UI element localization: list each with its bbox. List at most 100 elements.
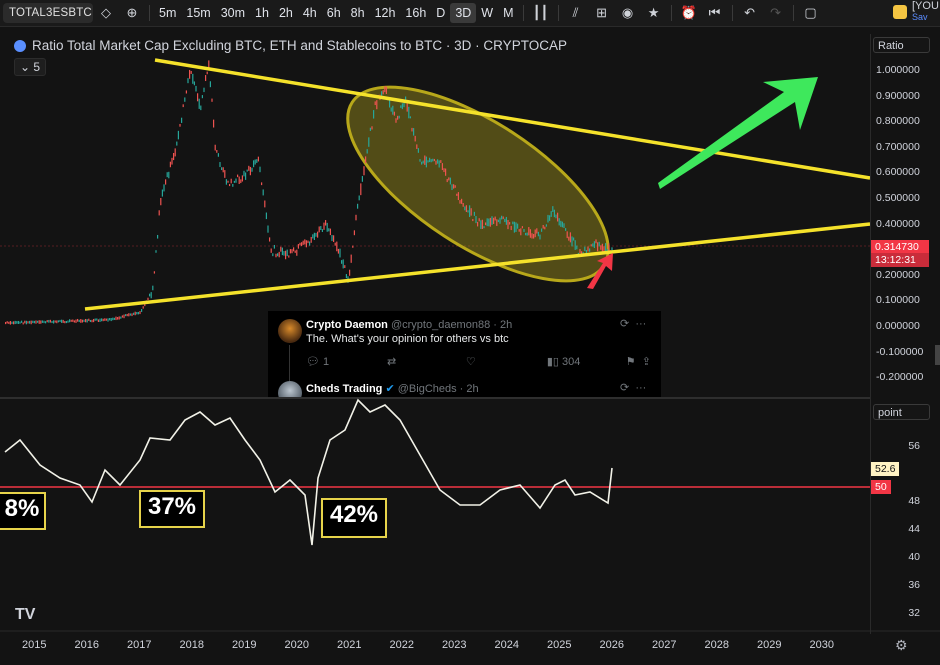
- candle: [422, 160, 424, 164]
- candle: [61, 319, 63, 323]
- candle: [483, 226, 485, 229]
- candle: [416, 144, 418, 149]
- candle: [56, 320, 58, 324]
- candle: [177, 130, 179, 140]
- candle: [560, 220, 562, 227]
- tweet-author-name-2[interactable]: Cheds Trading: [306, 383, 382, 395]
- candle: [254, 159, 256, 165]
- candle: [80, 319, 82, 323]
- candle: [277, 253, 279, 257]
- candle: [307, 240, 309, 244]
- candle: [270, 248, 272, 253]
- candle: [293, 247, 295, 252]
- candle: [267, 225, 269, 233]
- avatar-2[interactable]: [278, 381, 302, 397]
- scale-mode-button[interactable]: Ratio: [873, 37, 930, 53]
- time-tick-label: 2026: [599, 639, 624, 651]
- indicator-current-value: 52.6: [875, 463, 896, 475]
- candle: [513, 221, 515, 233]
- candle: [561, 221, 563, 228]
- candle: [222, 167, 224, 173]
- candle: [395, 118, 397, 123]
- time-tick-label: 2029: [757, 639, 782, 651]
- bookmark-icon[interactable]: ⚑: [626, 355, 636, 368]
- candle: [491, 216, 493, 225]
- grok-icon[interactable]: ⟳: [620, 318, 629, 330]
- price-tick-label: -0.100000: [876, 345, 924, 358]
- candle: [315, 232, 317, 237]
- settings-gear-icon[interactable]: ⚙: [895, 637, 908, 654]
- candle: [352, 245, 354, 248]
- candle: [243, 170, 245, 177]
- tweet-actions-2: ⟳ ···: [620, 381, 646, 394]
- views-button[interactable]: ▮▯ 304: [547, 355, 626, 368]
- candle: [184, 97, 186, 102]
- candle: [281, 247, 283, 256]
- candle: [398, 115, 400, 119]
- candle: [565, 228, 567, 231]
- candle: [552, 206, 554, 212]
- view-count: 304: [562, 356, 581, 368]
- indicator-tick-label: 36: [908, 579, 920, 591]
- candle: [259, 166, 261, 173]
- candle: [225, 179, 227, 185]
- tweet-overlay: Crypto Daemon @crypto_daemon88 · 2h ⟳ ··…: [268, 311, 661, 397]
- candle: [384, 86, 386, 93]
- reply-button[interactable]: 💬︎ 1: [306, 355, 387, 368]
- candle: [427, 160, 429, 163]
- retweet-icon[interactable]: ⇄: [387, 355, 466, 368]
- candle: [593, 241, 595, 248]
- candle: [241, 175, 243, 182]
- candle: [574, 240, 576, 250]
- more-icon-2[interactable]: ···: [635, 382, 646, 394]
- candle: [597, 242, 599, 252]
- candle: [312, 234, 314, 239]
- candle: [237, 174, 239, 178]
- share-icon[interactable]: ⇪: [642, 355, 651, 368]
- candle: [288, 255, 290, 258]
- candle: [469, 205, 471, 218]
- candle: [430, 159, 432, 163]
- more-icon[interactable]: ···: [635, 318, 646, 330]
- candle: [221, 167, 223, 171]
- pane-resize-handle[interactable]: [935, 345, 940, 365]
- avatar[interactable]: [278, 319, 302, 343]
- candle: [595, 239, 597, 244]
- candle: [216, 149, 218, 153]
- candle: [173, 152, 175, 161]
- cryptocap-icon: [14, 39, 26, 52]
- candle: [208, 60, 210, 69]
- candle: [481, 219, 483, 230]
- tweet-author-handle-2[interactable]: @BigCheds · 2h: [398, 383, 479, 395]
- indicator-toggle[interactable]: ⌄ 5: [14, 58, 47, 76]
- candle: [539, 234, 541, 240]
- like-icon[interactable]: ♡: [466, 355, 547, 368]
- tradingview-logo[interactable]: TV: [15, 606, 35, 624]
- candle: [461, 198, 463, 204]
- candle: [139, 311, 141, 315]
- indicator-scale-button[interactable]: point: [873, 404, 930, 420]
- candle: [382, 90, 384, 95]
- tweet-author-handle[interactable]: @crypto_daemon88 · 2h: [391, 319, 512, 331]
- tweet-author-name[interactable]: Crypto Daemon: [306, 319, 388, 331]
- candle: [235, 178, 237, 183]
- candle: [294, 250, 296, 253]
- candle: [85, 318, 87, 323]
- annotation-text-1: 8%: [4, 495, 40, 522]
- candle: [357, 203, 359, 209]
- candle: [446, 178, 448, 183]
- candle: [69, 319, 71, 323]
- candle: [353, 230, 355, 236]
- time-tick-label: 2024: [494, 639, 519, 651]
- candle: [105, 318, 107, 321]
- candle: [329, 228, 331, 236]
- candle: [171, 157, 173, 165]
- candle: [257, 156, 259, 162]
- candle: [433, 158, 435, 162]
- candle: [502, 216, 504, 220]
- chart-title[interactable]: Ratio Total Market Cap Excluding BTC, ET…: [14, 38, 567, 53]
- candle: [227, 180, 229, 183]
- indicator-tick-label: 44: [908, 523, 920, 535]
- price-tick-label: 0.600000: [876, 166, 920, 179]
- grok-icon-2[interactable]: ⟳: [620, 382, 629, 394]
